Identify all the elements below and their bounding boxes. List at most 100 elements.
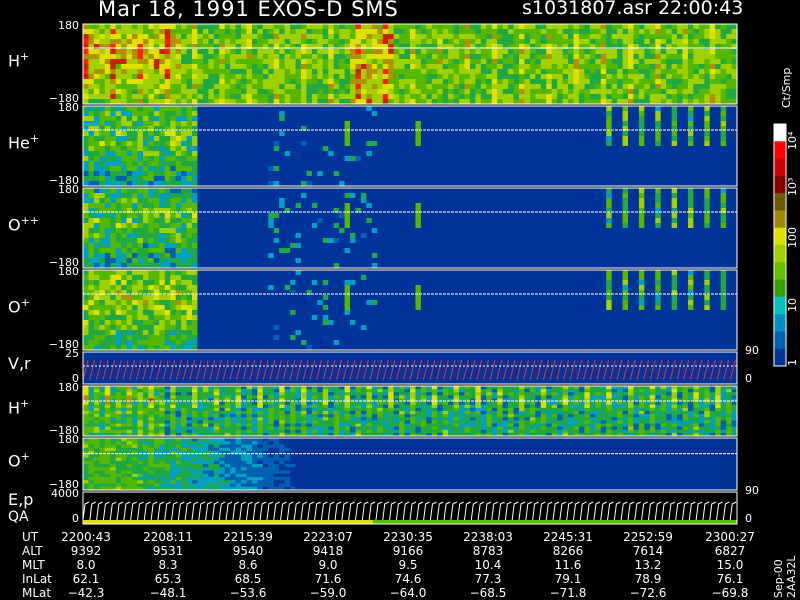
heat-cell	[502, 84, 509, 90]
heat-cell	[535, 106, 542, 112]
heat-cell	[224, 136, 231, 142]
heat-cell	[562, 171, 569, 177]
heat-cell	[192, 59, 199, 65]
heat-cell	[431, 238, 438, 244]
heat-cell	[137, 24, 144, 30]
heat-cell	[502, 94, 509, 100]
heat-cell	[99, 29, 106, 35]
heat-cell	[399, 54, 406, 60]
heat-cell	[115, 161, 122, 167]
heat-cell	[388, 74, 395, 80]
heat-cell	[486, 39, 493, 45]
heat-cell	[322, 54, 329, 60]
heat-cell	[360, 238, 367, 244]
heat-cell	[137, 121, 144, 127]
heat-cell	[208, 44, 215, 50]
heat-cell	[633, 34, 640, 40]
heat-cell	[382, 79, 389, 85]
heat-cell	[301, 49, 308, 55]
heat-cell	[660, 131, 667, 137]
heat-cell	[192, 24, 199, 30]
heat-cell	[578, 69, 585, 75]
heat-cell	[257, 69, 264, 75]
heat-cell	[104, 121, 111, 127]
heat-cell	[360, 223, 367, 229]
heat-cell	[306, 228, 313, 234]
heat-cell	[573, 106, 580, 112]
heat-cell	[311, 131, 318, 137]
heat-cell	[404, 203, 411, 209]
heat-cell	[426, 248, 433, 254]
heat-cell	[551, 176, 558, 182]
heat-cell	[306, 198, 313, 204]
heat-cell	[186, 208, 193, 214]
heat-cell	[322, 258, 329, 264]
heat-cell	[202, 141, 209, 147]
heat-cell	[617, 44, 624, 50]
heat-cell	[137, 223, 144, 229]
heat-cell	[181, 94, 188, 100]
heat-cell	[388, 64, 395, 70]
heat-cell	[655, 151, 662, 157]
heat-cell	[709, 79, 716, 85]
heat-cell	[442, 243, 449, 249]
heat-cell	[611, 131, 618, 137]
heat-cell	[333, 248, 340, 254]
heat-cell	[426, 89, 433, 95]
heat-cell	[453, 34, 460, 40]
heat-cell	[382, 161, 389, 167]
heat-cell	[251, 243, 258, 249]
heat-cell	[344, 34, 351, 40]
heat-cell	[366, 141, 373, 147]
heat-cell	[529, 146, 536, 152]
heat-cell	[110, 49, 117, 55]
heat-cell	[93, 151, 100, 157]
heat-cell	[420, 253, 427, 259]
heat-cell	[192, 218, 199, 224]
heat-cell	[399, 136, 406, 142]
heat-cell	[192, 243, 199, 249]
heat-cell	[709, 121, 716, 127]
heat-cell	[584, 166, 591, 172]
heat-cell	[339, 121, 346, 127]
heat-cell	[175, 233, 182, 239]
heat-cell	[137, 208, 144, 214]
heat-cell	[93, 166, 100, 172]
heat-cell	[257, 151, 264, 157]
heat-cell	[164, 39, 171, 45]
heat-cell	[350, 208, 357, 214]
heat-cell	[262, 59, 269, 65]
heat-cell	[339, 218, 346, 224]
heat-cell	[726, 29, 733, 35]
heat-cell	[366, 238, 373, 244]
heat-cell	[415, 121, 422, 127]
heat-cell	[148, 188, 155, 194]
heat-cell	[410, 193, 417, 199]
heat-cell	[202, 253, 209, 259]
heat-cell	[186, 59, 193, 65]
heat-cell	[142, 203, 149, 209]
heat-cell	[241, 54, 248, 60]
heat-cell	[153, 24, 160, 30]
heat-cell	[371, 203, 378, 209]
heat-cell	[110, 34, 117, 40]
heat-cell	[513, 54, 520, 60]
heat-cell	[262, 116, 269, 122]
heat-cell	[208, 243, 215, 249]
heat-cell	[709, 94, 716, 100]
heat-cell	[159, 24, 166, 30]
heat-cell	[633, 49, 640, 55]
heat-cell	[208, 203, 215, 209]
heat-cell	[393, 176, 400, 182]
heat-cell	[192, 121, 199, 127]
heat-cell	[519, 54, 526, 60]
heat-cell	[415, 74, 422, 80]
heat-cell	[164, 188, 171, 194]
heat-cell	[164, 116, 171, 122]
heat-cell	[486, 69, 493, 75]
heat-cell	[99, 116, 106, 122]
heat-cell	[617, 29, 624, 35]
heat-cell	[121, 89, 128, 95]
heat-cell	[704, 121, 711, 127]
heat-cell	[404, 84, 411, 90]
